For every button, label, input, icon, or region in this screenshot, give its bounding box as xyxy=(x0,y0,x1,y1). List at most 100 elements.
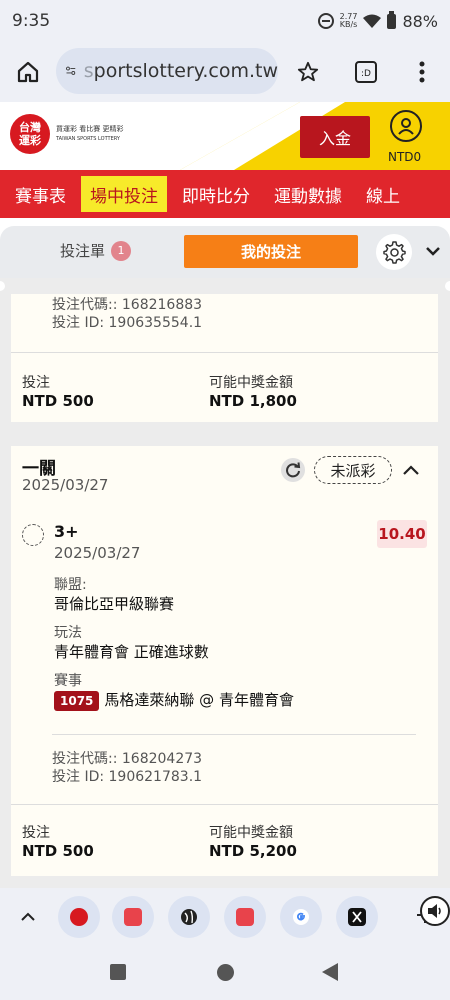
globe-icon xyxy=(181,909,197,925)
browser-menu-button[interactable] xyxy=(400,50,444,94)
payout-block: 可能中獎金額 NTD 5,200 xyxy=(209,822,297,860)
home-system-button[interactable] xyxy=(217,964,234,981)
red-site-favicon xyxy=(124,908,142,926)
tab-red-site-1[interactable] xyxy=(112,896,154,938)
league-field: 聯盟: 哥倫比亞甲級聯賽 xyxy=(54,576,174,614)
payout-label: 可能中獎金額 xyxy=(209,825,293,841)
sportslottery-favicon xyxy=(70,908,88,926)
tab-my-bets[interactable]: 我的投注 xyxy=(184,235,358,268)
network-speed-unit: KB/s xyxy=(339,20,358,29)
url-bar[interactable]: sportslottery.com.tw xyxy=(56,48,278,94)
nav-item-schedule[interactable]: 賽事表 xyxy=(6,176,75,212)
account-button[interactable] xyxy=(390,110,422,142)
bet-status-badge: 未派彩 xyxy=(314,456,392,484)
payout-label: 可能中獎金額 xyxy=(209,375,293,391)
market-label: 玩法 xyxy=(54,625,82,641)
tab-bet-slip[interactable]: 投注單 1 xyxy=(60,240,132,261)
logo-line1: 台灣 xyxy=(19,121,41,134)
bet-slip-count-badge: 1 xyxy=(111,240,132,261)
tab-google[interactable] xyxy=(280,896,322,938)
my-bets-list[interactable]: 投注代碼:: 168216883 投注 ID: 190635554.1 投注 N… xyxy=(0,278,450,888)
selection-status-icon xyxy=(22,524,44,546)
tab-x[interactable] xyxy=(336,896,378,938)
brand-text: 買運彩 看比賽 更精彩 TAIWAN SPORTS LOTTERY xyxy=(56,124,123,144)
brand-name-en: TAIWAN SPORTS LOTTERY xyxy=(56,136,120,142)
browser-tab-strip xyxy=(0,888,450,944)
league-value: 哥倫比亞甲級聯賽 xyxy=(54,595,175,613)
stake-value: NTD 500 xyxy=(22,842,94,860)
selection-name: 3+ xyxy=(54,522,79,541)
event-field: 賽事 1075 馬格達萊納聯 @ 青年體育會 xyxy=(54,672,294,711)
payout-block: 可能中獎金額 NTD 1,800 xyxy=(209,372,297,410)
event-row: 1075 馬格達萊納聯 @ 青年體育會 xyxy=(54,690,294,711)
card-collapse-button[interactable] xyxy=(399,458,423,482)
event-value: 馬格達萊納聯 @ 青年體育會 xyxy=(104,691,294,709)
more-vert-icon xyxy=(419,61,425,83)
league-label: 聯盟: xyxy=(54,577,87,593)
event-number-badge: 1075 xyxy=(54,690,100,711)
battery-icon xyxy=(387,10,397,29)
home-button[interactable] xyxy=(6,50,50,94)
stake-label: 投注 xyxy=(22,375,50,391)
bet-code: 投注代碼:: 168204273 xyxy=(52,751,203,767)
nav-item-online[interactable]: 線上 xyxy=(357,176,409,212)
url-text: sportslottery.com.tw xyxy=(84,60,278,82)
payout-value: NTD 5,200 xyxy=(209,842,297,860)
bet-id: 投注 ID: 190635554.1 xyxy=(52,315,203,331)
site-header: 台灣 運彩 買運彩 看比賽 更精彩 TAIWAN SPORTS LOTTERY … xyxy=(0,102,450,170)
user-icon xyxy=(398,118,414,135)
site-settings-icon[interactable] xyxy=(66,62,76,80)
nav-item-sports-data[interactable]: 運動數據 xyxy=(265,176,351,212)
bet-id: 投注 ID: 190621783.1 xyxy=(52,769,203,785)
bet-date: 2025/03/27 xyxy=(22,476,109,494)
url-faded-prefix: s xyxy=(83,60,94,82)
panel-collapse-button[interactable] xyxy=(422,240,444,262)
url-domain: portslottery.com.tw xyxy=(93,60,278,82)
tab-red-site-2[interactable] xyxy=(224,896,266,938)
home-icon xyxy=(17,61,39,83)
tab-sportslottery[interactable] xyxy=(58,896,100,938)
settings-button[interactable] xyxy=(376,234,412,270)
edge-dot-right xyxy=(445,281,450,291)
event-label: 賽事 xyxy=(54,673,82,689)
system-nav-bar xyxy=(0,944,450,1000)
back-button[interactable] xyxy=(322,963,338,981)
audio-control-button[interactable] xyxy=(420,896,450,926)
bet-slip-label: 投注單 xyxy=(60,242,106,260)
tab-globe[interactable] xyxy=(168,896,210,938)
refresh-button[interactable] xyxy=(281,458,305,482)
selection-odds: 10.40 xyxy=(377,520,427,548)
tab-switcher-icon: :D xyxy=(355,61,377,83)
market-value: 青年體育會 正確進球數 xyxy=(54,643,209,661)
nav-item-live-scores[interactable]: 即時比分 xyxy=(173,176,259,212)
star-icon xyxy=(297,61,319,82)
stake-block: 投注 NTD 500 xyxy=(22,372,94,410)
bet-reference: 投注代碼:: 168216883 投注 ID: 190635554.1 xyxy=(52,296,202,332)
edge-dot-left xyxy=(0,281,5,291)
bookmark-button[interactable] xyxy=(286,50,330,94)
google-icon xyxy=(293,909,309,925)
account-balance: NTD0 xyxy=(388,150,422,164)
status-time: 9:35 xyxy=(12,11,51,31)
tab-switcher-button[interactable]: :D xyxy=(344,50,388,94)
stake-label: 投注 xyxy=(22,825,50,841)
logo-line2: 運彩 xyxy=(19,134,41,147)
network-speed: 2.77 KB/s xyxy=(340,13,358,29)
deposit-button[interactable]: 入金 xyxy=(300,116,370,158)
status-icons: 2.77 KB/s 88% xyxy=(317,10,438,31)
nav-item-live-betting[interactable]: 場中投注 xyxy=(81,176,167,212)
tab-strip-expand-button[interactable] xyxy=(16,904,40,928)
bet-panel-header: 投注單 1 我的投注 xyxy=(0,226,450,278)
selection-date: 2025/03/27 xyxy=(54,544,141,562)
payout-value: NTD 1,800 xyxy=(209,392,297,410)
gear-icon xyxy=(383,241,406,264)
recent-apps-button[interactable] xyxy=(110,964,126,980)
bet-card: 投注代碼:: 168216883 投注 ID: 190635554.1 投注 N… xyxy=(11,294,438,422)
divider xyxy=(11,804,438,805)
main-nav: 賽事表 場中投注 即時比分 運動數據 線上 xyxy=(0,170,450,218)
bet-reference: 投注代碼:: 168204273 投注 ID: 190621783.1 xyxy=(52,750,202,786)
stake-block: 投注 NTD 500 xyxy=(22,822,94,860)
speaker-icon xyxy=(428,904,441,918)
stake-value: NTD 500 xyxy=(22,392,94,410)
brand-logo[interactable]: 台灣 運彩 xyxy=(10,114,50,154)
